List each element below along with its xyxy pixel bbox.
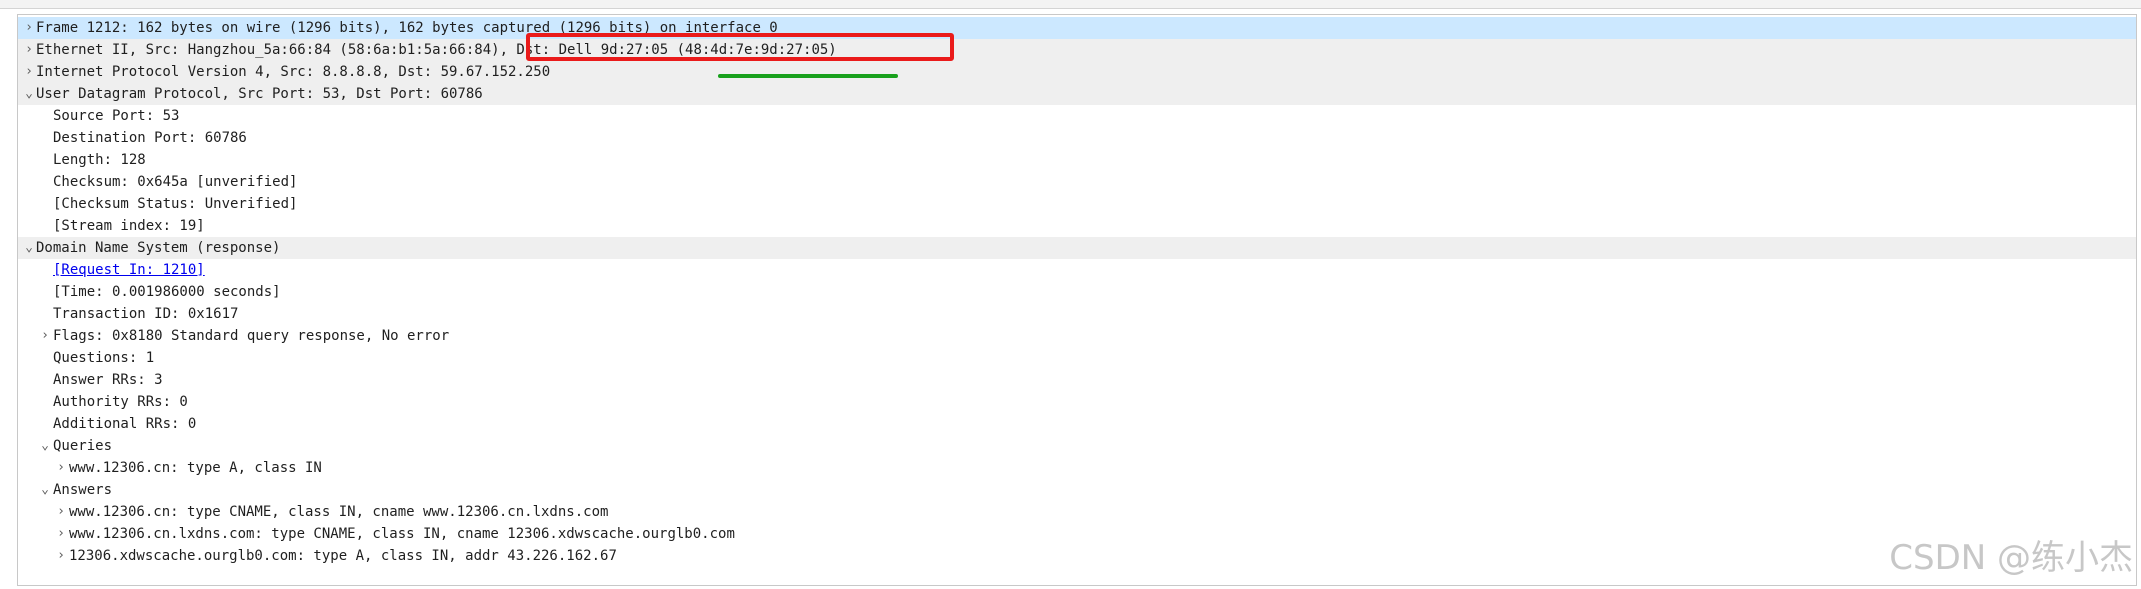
tree-row-text: Answers <box>53 482 113 498</box>
tree-row-text: [Checksum Status: Unverified] <box>53 196 298 212</box>
tree-row-text: Flags: 0x8180 Standard query response, N… <box>53 328 450 344</box>
tree-row[interactable]: [Stream index: 19] <box>18 215 2136 237</box>
tree-row-text: Internet Protocol Version 4, Src: 8.8.8.… <box>36 64 551 80</box>
request-in-link[interactable]: [Request In: 1210] <box>53 259 205 281</box>
packet-details-tree: › Frame 1212: 162 bytes on wire (1296 bit… <box>18 17 2136 567</box>
tree-row-text: Domain Name System (response) <box>36 240 281 256</box>
tree-row[interactable]: Transaction ID: 0x1617 <box>18 303 2136 325</box>
green-underline-annotation <box>718 74 898 78</box>
tree-row[interactable]: › Internet Protocol Version 4, Src: 8.8.8… <box>18 61 2136 83</box>
tree-row[interactable]: Questions: 1 <box>18 347 2136 369</box>
tree-row-text: [Time: 0.001986000 seconds] <box>53 284 281 300</box>
red-highlight-box <box>526 33 954 61</box>
expand-arrow-icon[interactable]: › <box>22 61 36 83</box>
tree-row-text: Additional RRs: 0 <box>53 416 197 432</box>
tree-row[interactable]: Destination Port: 60786 <box>18 127 2136 149</box>
watermark: CSDN @练小杰 <box>1889 538 2133 578</box>
tree-row[interactable]: Length: 128 <box>18 149 2136 171</box>
tree-row[interactable]: [Checksum Status: Unverified] <box>18 193 2136 215</box>
tree-row-text: www.12306.cn.lxdns.com: type CNAME, clas… <box>69 526 735 542</box>
tree-row[interactable]: › Frame 1212: 162 bytes on wire (1296 bit… <box>18 17 2136 39</box>
tree-row[interactable]: Authority RRs: 0 <box>18 391 2136 413</box>
tree-row-text: Source Port: 53 <box>53 108 180 124</box>
packet-details-pane[interactable]: › Frame 1212: 162 bytes on wire (1296 bit… <box>17 14 2137 586</box>
tree-row[interactable]: ⌄ User Datagram Protocol, Src Port: 53, D… <box>18 83 2136 105</box>
expand-arrow-icon[interactable]: › <box>54 457 68 479</box>
tree-row-text: [Stream index: 19] <box>53 218 205 234</box>
tree-row[interactable]: Additional RRs: 0 <box>18 413 2136 435</box>
tree-row[interactable]: › www.12306.cn: type A, class IN <box>18 457 2136 479</box>
tree-row-text: Transaction ID: 0x1617 <box>53 306 239 322</box>
tree-row-text: Authority RRs: 0 <box>53 394 188 410</box>
expand-arrow-icon[interactable]: › <box>38 325 52 347</box>
tree-row[interactable]: › www.12306.cn: type CNAME, class IN, cna… <box>18 501 2136 523</box>
tree-row[interactable]: › 12306.xdwscache.ourglb0.com: type A, cl… <box>18 545 2136 567</box>
tree-row[interactable]: › Ethernet II, Src: Hangzhou_5a:66:84 (58… <box>18 39 2136 61</box>
tree-row[interactable]: [Request In: 1210] <box>18 259 2136 281</box>
tree-row-text: Questions: 1 <box>53 350 155 366</box>
tree-row[interactable]: [Time: 0.001986000 seconds] <box>18 281 2136 303</box>
expand-arrow-icon[interactable]: › <box>54 523 68 545</box>
tree-row-text: 12306.xdwscache.ourglb0.com: type A, cla… <box>69 548 617 564</box>
collapse-arrow-icon[interactable]: ⌄ <box>22 237 36 259</box>
expand-arrow-icon[interactable]: › <box>54 501 68 523</box>
collapse-arrow-icon[interactable]: ⌄ <box>22 83 36 105</box>
tree-row[interactable]: ⌄ Domain Name System (response) <box>18 237 2136 259</box>
tree-row[interactable]: Source Port: 53 <box>18 105 2136 127</box>
tree-row-text: www.12306.cn: type A, class IN <box>69 460 322 476</box>
collapse-arrow-icon[interactable]: ⌄ <box>38 435 52 457</box>
window-top-edge <box>0 0 2141 9</box>
tree-row[interactable]: Checksum: 0x645a [unverified] <box>18 171 2136 193</box>
expand-arrow-icon[interactable]: › <box>22 39 36 61</box>
tree-row-text: Answer RRs: 3 <box>53 372 163 388</box>
tree-row[interactable]: Answer RRs: 3 <box>18 369 2136 391</box>
tree-row-text: www.12306.cn: type CNAME, class IN, cnam… <box>69 504 609 520</box>
tree-row[interactable]: › www.12306.cn.lxdns.com: type CNAME, cla… <box>18 523 2136 545</box>
expand-arrow-icon[interactable]: › <box>22 17 36 39</box>
tree-row[interactable]: ⌄ Answers <box>18 479 2136 501</box>
expand-arrow-icon[interactable]: › <box>54 545 68 567</box>
tree-row-text: User Datagram Protocol, Src Port: 53, Ds… <box>36 86 483 102</box>
collapse-arrow-icon[interactable]: ⌄ <box>38 479 52 501</box>
tree-row-text: Queries <box>53 438 113 454</box>
tree-row-text: Destination Port: 60786 <box>53 130 247 146</box>
tree-row[interactable]: ⌄ Queries <box>18 435 2136 457</box>
tree-row-text: Checksum: 0x645a [unverified] <box>53 174 298 190</box>
tree-row-text: Length: 128 <box>53 152 146 168</box>
tree-row[interactable]: › Flags: 0x8180 Standard query response, … <box>18 325 2136 347</box>
